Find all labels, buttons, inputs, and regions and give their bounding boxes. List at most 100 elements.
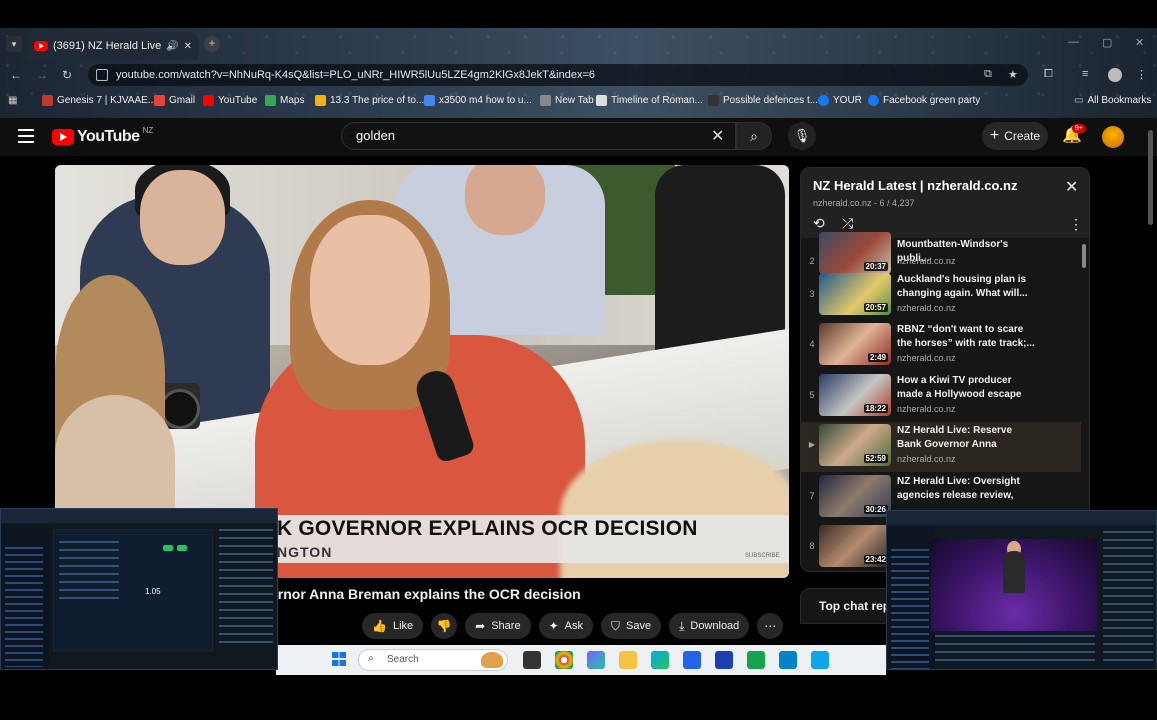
video-thumbnail: 20:37 — [819, 232, 891, 274]
windows-taskbar: Search ⌕ — [276, 645, 886, 675]
app-icon[interactable] — [587, 651, 605, 669]
playlist-item[interactable]: 3 20:57 Auckland's housing plan is chang… — [801, 271, 1081, 321]
facebook-icon — [868, 95, 879, 106]
cast-icon[interactable]: ⧉ — [984, 68, 992, 81]
speaker-icon[interactable]: 🔊 — [166, 41, 178, 52]
new-tab-button[interactable]: + — [204, 36, 220, 52]
loop-icon[interactable]: ⟲ — [813, 215, 825, 232]
close-window-icon[interactable]: ✕ — [1135, 36, 1144, 49]
tab-search-icon[interactable]: ▾ — [6, 36, 22, 52]
search-input[interactable]: golden — [341, 122, 736, 150]
trading-app-overlay[interactable]: 1.05 — [0, 508, 278, 670]
video-title: ernor Anna Breman explains the OCR decis… — [270, 586, 581, 602]
app-icon[interactable] — [811, 651, 829, 669]
youtube-favicon-icon — [34, 41, 48, 51]
create-button[interactable]: + Create — [982, 122, 1048, 150]
bookmarks-bar: ▦ Genesis 7 | KJVAAE... Gmail YouTube Ma… — [0, 90, 1157, 114]
address-bar[interactable]: youtube.com/watch?v=NhNuRq-K4sQ&list=PLO… — [88, 64, 1028, 86]
share-icon: ➦ — [475, 619, 486, 633]
chrome-icon[interactable] — [555, 651, 573, 669]
bookmark-item[interactable]: x3500 m4 how to u... — [424, 95, 532, 106]
shuffle-icon[interactable]: ⤮ — [842, 215, 853, 232]
profile-avatar[interactable] — [1108, 68, 1122, 82]
bookmark-item[interactable]: Timeline of Roman... — [596, 95, 703, 106]
youtube-icon — [203, 95, 214, 106]
video-thumbnail: 18:22 — [819, 374, 891, 416]
bookmark-item[interactable]: YOUR — [818, 95, 862, 106]
bookmark-item[interactable]: Facebook green party — [868, 95, 980, 106]
bookmark-icon: ⛉ — [610, 618, 620, 633]
reload-icon[interactable]: ↻ — [62, 68, 72, 82]
site-info-icon[interactable] — [96, 69, 108, 81]
bookmark-item[interactable]: Genesis 7 | KJVAAE... — [42, 95, 156, 106]
sparkle-icon: ✦ — [548, 619, 559, 633]
bookmark-favicon-icon — [708, 95, 719, 106]
widget-pet-icon[interactable] — [481, 652, 503, 668]
maximize-icon[interactable]: ▢ — [1102, 36, 1112, 49]
forward-icon[interactable]: → — [36, 68, 48, 82]
app-icon[interactable] — [779, 651, 797, 669]
app-icon[interactable] — [747, 651, 765, 669]
windows-start-icon[interactable] — [332, 652, 346, 666]
video-thumbnail: 23:42 — [819, 525, 891, 567]
bookmark-item[interactable]: Possible defences t... — [708, 95, 818, 106]
reading-list-icon[interactable]: ≡ — [1082, 68, 1088, 80]
now-playing-icon: ▶ — [808, 440, 816, 449]
browser-tab[interactable]: (3691) NZ Herald Live: Rese 🔊 ✕ — [28, 32, 198, 60]
more-actions-button[interactable]: ⋯ — [757, 613, 784, 639]
bookmark-item[interactable]: YouTube — [203, 95, 257, 106]
wikipedia-icon — [596, 95, 607, 106]
maps-icon — [265, 95, 276, 106]
google-icon — [424, 95, 435, 106]
close-tab-icon[interactable]: ✕ — [184, 41, 192, 52]
download-button[interactable]: ⤓ Download — [669, 613, 750, 639]
browser-menu-icon[interactable]: ⋮ — [1136, 68, 1147, 81]
plus-icon: + — [989, 127, 1000, 144]
casino-app-overlay[interactable] — [886, 510, 1157, 670]
save-button[interactable]: ⛉ Save — [600, 613, 662, 639]
edge-icon[interactable] — [651, 651, 669, 669]
page-scrollbar[interactable] — [1148, 130, 1153, 225]
back-icon[interactable]: ← — [10, 68, 22, 82]
browser-chrome: ▾ (3691) NZ Herald Live: Rese 🔊 ✕ + — ▢ … — [0, 28, 1157, 118]
minimize-icon[interactable]: — — [1068, 36, 1079, 48]
voice-search-button[interactable]: 🎙 — [788, 122, 816, 150]
store-icon[interactable] — [715, 651, 733, 669]
playlist-more-icon[interactable]: ⋮ — [1069, 216, 1083, 233]
lower-third-location: NGTON — [277, 544, 333, 560]
extensions-icon[interactable]: ⧠ — [1044, 68, 1053, 81]
file-explorer-icon[interactable] — [619, 651, 637, 669]
bookmark-star-icon[interactable]: ★ — [1008, 68, 1018, 81]
bookmark-item[interactable]: Gmail — [154, 95, 195, 106]
all-bookmarks[interactable]: ▭ All Bookmarks — [1074, 95, 1151, 106]
bookmark-item[interactable]: 13.3 The price of to... — [315, 95, 424, 106]
youtube-play-icon — [52, 129, 74, 145]
gmail-icon — [154, 95, 165, 106]
playlist-item[interactable]: 5 18:22 How a Kiwi TV producer made a Ho… — [801, 372, 1081, 422]
download-icon: ⤓ — [679, 618, 685, 633]
trade-price: 1.05 — [145, 587, 161, 596]
close-playlist-icon[interactable]: ✕ — [1065, 177, 1078, 197]
thumbs-down-icon: 👎 — [436, 619, 452, 633]
like-button[interactable]: 👍 Like — [362, 613, 424, 639]
playlist-subtitle: nzherald.co.nz - 6 / 4,237 — [813, 198, 915, 208]
speaker-face — [310, 215, 430, 365]
outlook-icon[interactable] — [683, 651, 701, 669]
playlist-title[interactable]: NZ Herald Latest | nzherald.co.nz — [813, 178, 1017, 193]
share-button[interactable]: ➦ Share — [465, 613, 531, 639]
clear-search-icon[interactable]: ✕ — [711, 126, 724, 146]
bookmark-item[interactable]: New Tab — [540, 95, 594, 106]
task-view-icon[interactable] — [523, 651, 541, 669]
playlist-item-current[interactable]: ▶ 52:59 NZ Herald Live: Reserve Bank Gov… — [801, 422, 1081, 472]
playlist-item[interactable]: 4 2:49 RBNZ “don't want to scare the hor… — [801, 321, 1081, 371]
video-actions: 👍 Like 👎 ➦ Share ✦ Ask ⛉ Save ⤓ Download ⋯ — [362, 613, 784, 639]
account-avatar[interactable] — [1102, 126, 1124, 148]
youtube-logo[interactable]: YouTube NZ — [52, 126, 153, 146]
playlist-scrollbar[interactable] — [1082, 244, 1086, 268]
bookmark-item[interactable]: Maps — [265, 95, 304, 106]
ask-button[interactable]: ✦ Ask — [538, 613, 593, 639]
menu-icon[interactable] — [18, 129, 34, 143]
search-button[interactable]: ⌕ — [736, 122, 772, 150]
dislike-button[interactable]: 👎 — [431, 613, 458, 639]
apps-grid-icon[interactable]: ▦ — [8, 95, 17, 106]
